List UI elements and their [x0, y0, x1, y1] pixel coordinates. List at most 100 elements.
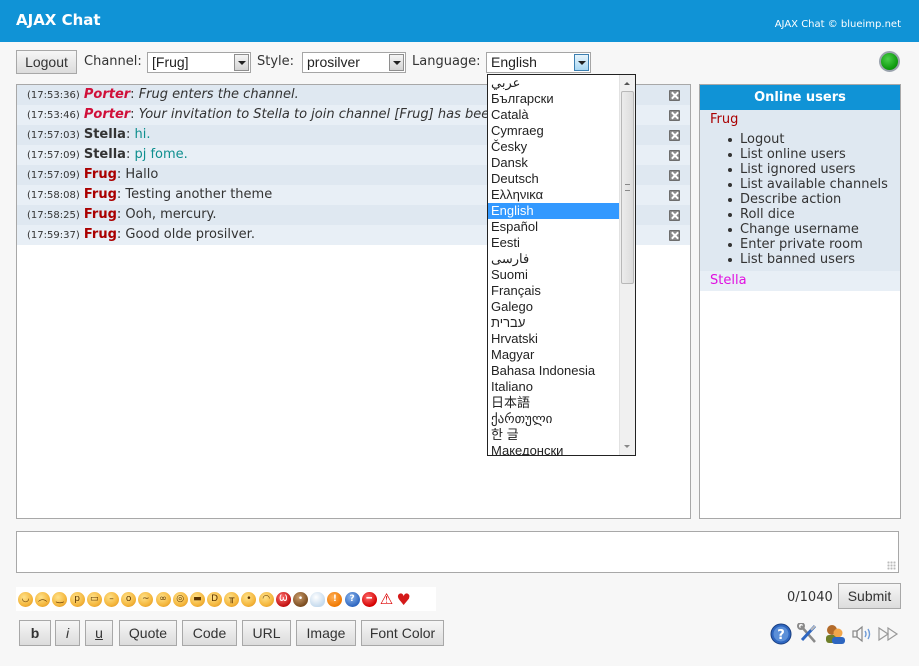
smile-emoticon-icon[interactable]: ◡: [18, 591, 33, 607]
idea-emoticon-icon[interactable]: [310, 591, 326, 607]
font-color-button[interactable]: Font Color: [361, 620, 444, 646]
code-button[interactable]: Code: [182, 620, 237, 646]
message-author[interactable]: Frug: [84, 187, 117, 202]
user-menu-item[interactable]: List available channels: [728, 177, 900, 192]
delete-message-icon[interactable]: [669, 130, 680, 141]
dropdown-scrollbar[interactable]: [619, 75, 635, 455]
delete-message-icon[interactable]: [669, 230, 680, 241]
url-button[interactable]: URL: [242, 620, 291, 646]
delete-message-icon[interactable]: [669, 210, 680, 221]
cool-emoticon-icon[interactable]: ▬: [189, 591, 205, 607]
user-menu-item[interactable]: Roll dice: [728, 207, 900, 222]
language-option[interactable]: فارسی: [488, 251, 619, 267]
user-menu-item[interactable]: Change username: [728, 222, 900, 237]
user-menu-item[interactable]: List ignored users: [728, 162, 900, 177]
sound-icon[interactable]: [851, 623, 873, 645]
sad-emoticon-icon[interactable]: ︵: [35, 591, 51, 607]
language-option[interactable]: Galego: [488, 299, 619, 315]
message-author[interactable]: Porter: [84, 107, 130, 122]
heart-emoticon-icon[interactable]: ♥: [396, 591, 411, 607]
message-author[interactable]: Porter: [84, 87, 130, 102]
language-option[interactable]: عربي: [488, 75, 619, 91]
language-option[interactable]: Македонски: [488, 443, 619, 455]
message-author[interactable]: Frug: [84, 207, 117, 222]
language-option[interactable]: English: [488, 203, 619, 219]
help-icon[interactable]: ?: [770, 623, 792, 645]
user-menu-item[interactable]: Enter private room: [728, 237, 900, 252]
message-author[interactable]: Stella: [84, 127, 126, 142]
chevron-down-icon[interactable]: [234, 54, 249, 71]
question-emoticon-icon[interactable]: ?: [344, 591, 360, 607]
exclamation-emoticon-icon[interactable]: !: [327, 591, 343, 607]
settings-icon[interactable]: [797, 623, 819, 645]
grin-emoticon-icon[interactable]: ▭: [86, 591, 102, 607]
language-option[interactable]: Česky: [488, 139, 619, 155]
language-option[interactable]: Dansk: [488, 155, 619, 171]
laugh-emoticon-icon[interactable]: D: [207, 591, 223, 607]
language-option[interactable]: Deutsch: [488, 171, 619, 187]
cry-emoticon-icon[interactable]: ╥: [224, 591, 240, 607]
language-option[interactable]: Hrvatski: [488, 331, 619, 347]
logout-button[interactable]: Logout: [16, 50, 77, 74]
scroll-up-icon[interactable]: [624, 82, 630, 85]
language-option[interactable]: Eesti: [488, 235, 619, 251]
user-name[interactable]: Frug: [710, 112, 900, 128]
delete-message-icon[interactable]: [669, 90, 680, 101]
online-list-icon[interactable]: [824, 623, 846, 645]
confused-emoticon-icon[interactable]: ~: [138, 591, 154, 607]
submit-button[interactable]: Submit: [838, 583, 901, 609]
warning-emoticon-icon[interactable]: ⚠: [379, 591, 394, 607]
chevron-down-icon[interactable]: [389, 54, 404, 71]
language-option[interactable]: 日本語: [488, 395, 619, 411]
language-option[interactable]: עברית: [488, 315, 619, 331]
user-menu-item[interactable]: Logout: [728, 132, 900, 147]
user-menu-item[interactable]: Describe action: [728, 192, 900, 207]
language-option[interactable]: Cymraeg: [488, 123, 619, 139]
language-option[interactable]: Suomi: [488, 267, 619, 283]
message-author[interactable]: Frug: [84, 227, 117, 242]
language-option[interactable]: Italiano: [488, 379, 619, 395]
delete-message-icon[interactable]: [669, 110, 680, 121]
language-option[interactable]: Ελληνικα: [488, 187, 619, 203]
user-entry-frug[interactable]: Frug Logout List online users List ignored…: [700, 110, 900, 271]
nerd-emoticon-icon[interactable]: ◎: [172, 591, 188, 607]
user-entry-stella[interactable]: Stella: [700, 271, 900, 291]
language-option[interactable]: Español: [488, 219, 619, 235]
wink-emoticon-icon[interactable]: ‿: [52, 591, 68, 607]
language-option[interactable]: Български: [488, 91, 619, 107]
devil-emoticon-icon[interactable]: Ѡ: [275, 591, 291, 607]
bold-button[interactable]: b: [19, 620, 51, 646]
language-option[interactable]: Français: [488, 283, 619, 299]
delete-message-icon[interactable]: [669, 150, 680, 161]
style-select[interactable]: prosilver: [302, 52, 406, 73]
delete-message-icon[interactable]: [669, 190, 680, 201]
image-button[interactable]: Image: [296, 620, 356, 646]
message-author[interactable]: Frug: [84, 167, 117, 182]
stop-emoticon-icon[interactable]: ━: [361, 591, 377, 607]
language-dropdown-list[interactable]: عربي Български Català Cymraeg Česky Dansk Deut…: [487, 74, 636, 456]
scrollbar-thumb[interactable]: [621, 91, 634, 284]
language-option[interactable]: Català: [488, 107, 619, 123]
user-menu-item[interactable]: List banned users: [728, 252, 900, 267]
user-menu-item[interactable]: List online users: [728, 147, 900, 162]
surprised-emoticon-icon[interactable]: o: [121, 591, 137, 607]
language-option[interactable]: Bahasa Indonesia: [488, 363, 619, 379]
language-option[interactable]: 한 글: [488, 427, 619, 443]
copyright-link[interactable]: AJAX Chat © blueimp.net: [775, 19, 901, 30]
language-option[interactable]: ქართული: [488, 411, 619, 427]
scroll-down-icon[interactable]: [624, 445, 630, 448]
goggles-emoticon-icon[interactable]: ∞: [155, 591, 171, 607]
message-author[interactable]: Stella: [84, 147, 126, 162]
quote-button[interactable]: Quote: [119, 620, 177, 646]
channel-select[interactable]: [Frug]: [147, 52, 251, 73]
monkey-emoticon-icon[interactable]: •: [293, 591, 308, 607]
kiss-emoticon-icon[interactable]: •: [241, 591, 257, 607]
language-select[interactable]: English: [486, 52, 591, 73]
underline-button[interactable]: u: [85, 620, 113, 646]
autoscroll-icon[interactable]: [877, 623, 899, 645]
resize-grip-icon[interactable]: [887, 561, 896, 570]
neutral-emoticon-icon[interactable]: –: [103, 591, 119, 607]
angel-emoticon-icon[interactable]: ◠: [258, 591, 274, 607]
user-name[interactable]: Stella: [710, 273, 900, 289]
message-input[interactable]: [16, 531, 899, 573]
